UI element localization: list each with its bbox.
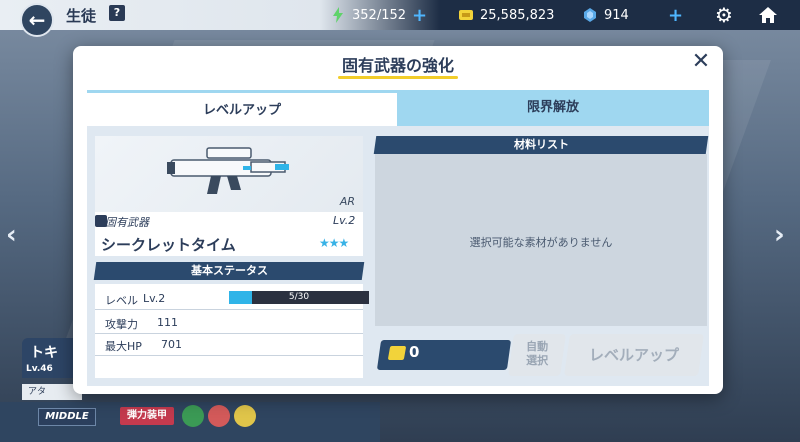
position-badge: MIDDLE [38,408,96,426]
stat-row-level: レベル Lv.2 5/30 [95,288,369,310]
stat-value: 701 [161,338,182,351]
terrain-icon [182,405,204,427]
back-arrow-icon: ← [28,8,46,32]
close-icon[interactable]: ✕ [689,50,713,74]
stat-value: 111 [157,316,178,329]
credit-icon [387,346,407,360]
gem-resource: 914 [582,5,629,25]
stats-header-label: 基本ステータス [190,264,268,277]
armor-badge: 弾力装甲 [120,407,174,425]
stat-label: 攻撃力 [105,318,138,331]
add-gem-button[interactable]: + [668,4,684,26]
exp-bar: 5/30 [229,291,369,304]
gear-icon[interactable]: ⚙ [711,2,737,28]
stat-row-attack: 攻撃力 111 [95,312,363,334]
character-level: Lv.46 [26,364,53,374]
tab-level-up[interactable]: レベルアップ [87,90,397,126]
weapon-upgrade-modal: 固有武器の強化 ✕ レベルアップ 限界解放 AR 固有武器 Lv.2 シークレッ… [73,46,723,394]
home-icon[interactable] [755,2,781,28]
tab-limit-break[interactable]: 限界解放 [397,90,709,126]
lightning-icon [333,7,343,23]
stat-row-hp: 最大HP 701 [95,334,363,356]
credit-resource: 25,585,823 [458,5,554,25]
next-student-button[interactable]: › [774,220,785,250]
ap-value: 352/152 [352,7,407,23]
exp-text: 5/30 [288,292,310,302]
prev-student-button[interactable]: ‹ [6,220,17,250]
weapon-name: シークレットタイム [101,236,236,254]
star-rating-icon: ★★★ [319,236,349,250]
modal-body: レベルアップ 限界解放 AR 固有武器 Lv.2 シークレットタイム ★★★ 基 [87,90,709,386]
weapon-image [167,147,289,194]
gem-icon [584,8,596,22]
terrain-icon [208,405,230,427]
weapon-class: AR [339,195,355,208]
plus-icon: + [668,4,684,26]
stat-label: レベル [105,294,138,307]
auto-select-button[interactable]: 自動選択 [508,334,566,376]
credit-value: 25,585,823 [480,7,555,23]
materials-empty-text: 選択可能な素材がありません [469,236,613,249]
cost-value: 0 [409,343,420,361]
weapon-card: AR [95,136,363,212]
auto-select-label: 自動選択 [526,340,549,367]
materials-header-label: 材料リスト [513,138,569,151]
level-up-label: レベルアップ [588,346,679,364]
stat-value: Lv.2 [143,292,166,305]
credit-coin-icon [459,10,473,20]
modal-title: 固有武器の強化 [341,56,454,75]
back-button[interactable]: ← [20,3,54,37]
add-ap-button[interactable]: + [412,5,427,26]
stat-label: 最大HP [105,340,142,353]
stats-header: 基本ステータス [93,262,365,280]
gem-value: 914 [604,7,629,23]
weapon-level: Lv.2 [333,214,356,227]
page-title: 生徒 [66,7,97,25]
terrain-icon [234,405,256,427]
title-underline [338,76,458,79]
character-name: トキ [30,345,58,361]
ap-resource: 352/152 + [330,5,427,26]
help-icon[interactable]: ? [109,5,125,21]
weapon-type-label: 固有武器 [105,216,149,229]
materials-header: 材料リスト [373,136,709,154]
level-up-button[interactable]: レベルアップ [564,334,704,376]
